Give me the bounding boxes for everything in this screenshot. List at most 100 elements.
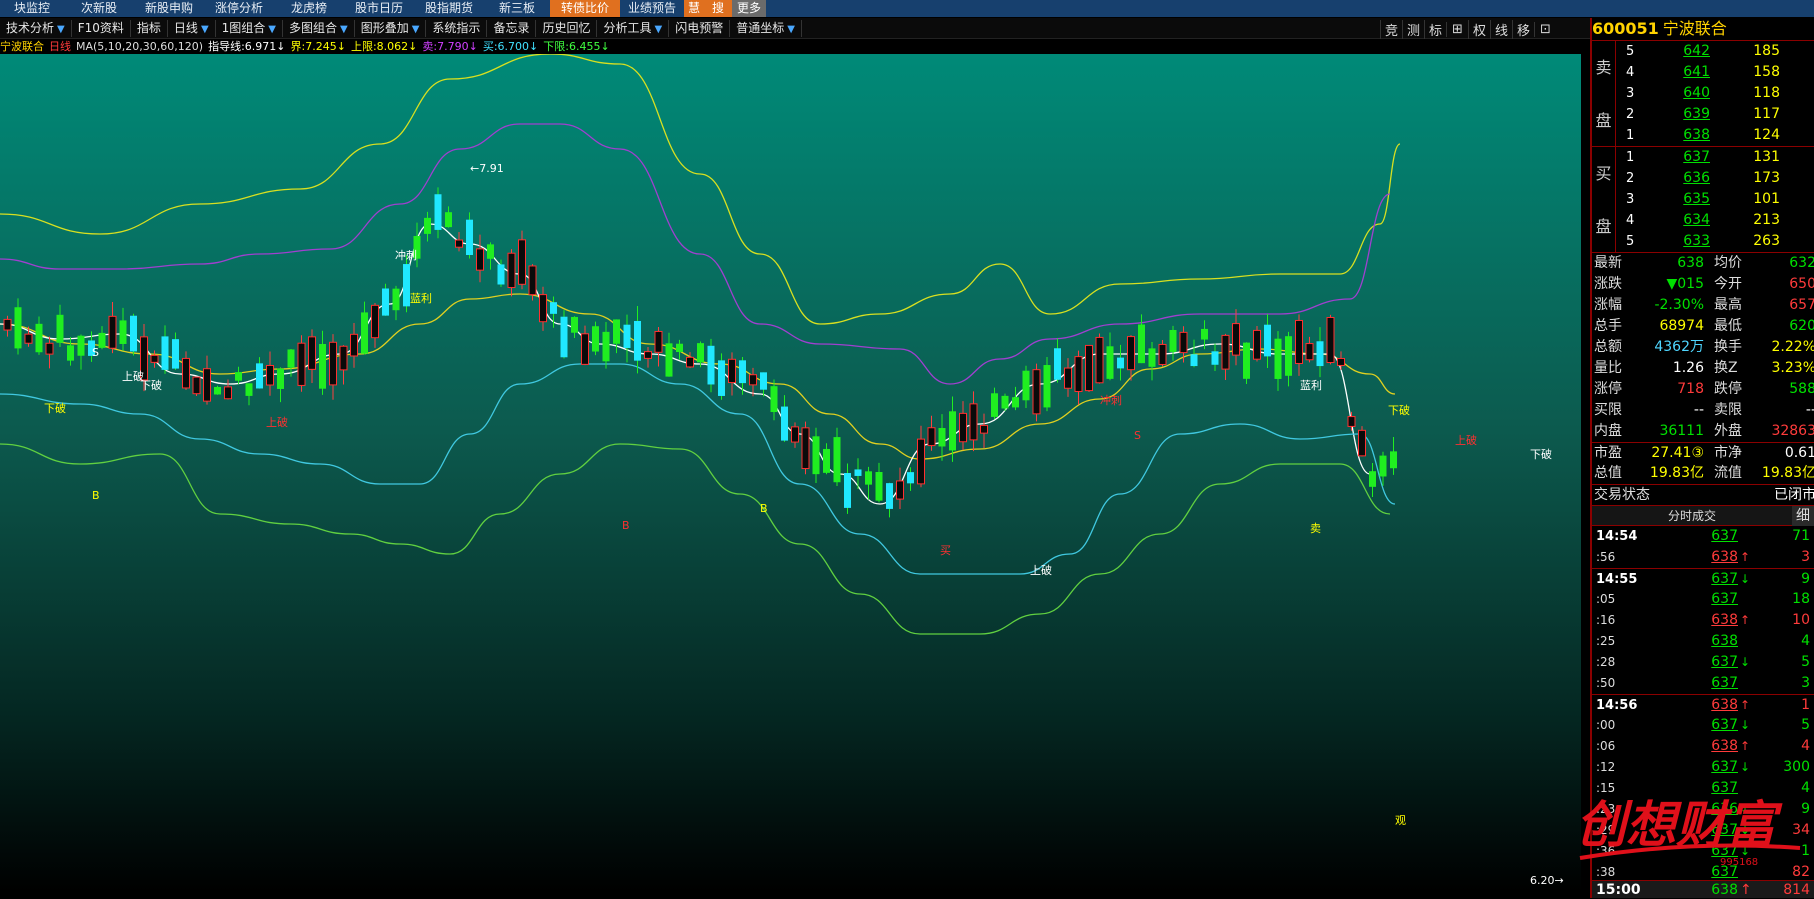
order-book-row[interactable]: 5 633 263 bbox=[1592, 231, 1814, 252]
quote-stats: 最新 638 均价 632 涨跌 ▼015 今开 650 涨幅 -2.30% 最高 657 总手 6897… bbox=[1592, 252, 1814, 505]
top-menu-item[interactable]: 股市日历 bbox=[344, 0, 414, 17]
order-book-row[interactable]: 2 636 173 bbox=[1592, 168, 1814, 189]
indicator-stock-name: 宁波联合 bbox=[0, 40, 44, 53]
tick-time: :25 bbox=[1596, 634, 1616, 648]
top-menu-item[interactable]: 新三板 bbox=[484, 0, 550, 17]
toolbar-button[interactable]: F10资料 bbox=[72, 19, 131, 37]
signal-label: 下破 bbox=[1388, 403, 1410, 417]
stat-value: 2.22% bbox=[1771, 339, 1814, 355]
toolbar-button-label: 图形叠加 bbox=[360, 20, 409, 35]
stat-value: -2.30% bbox=[1654, 297, 1704, 313]
chart-tool-button[interactable]: 标 bbox=[1424, 19, 1446, 39]
stat-value: 19.83亿 bbox=[1761, 465, 1814, 481]
indicator-item: 上限:8.062↓ bbox=[351, 40, 417, 53]
order-book-row[interactable]: 1 637 131 bbox=[1592, 147, 1814, 168]
chart-tool-button[interactable]: 权 bbox=[1468, 19, 1490, 39]
indicator-arrow: ↓ bbox=[600, 40, 610, 53]
order-book-row[interactable]: 3 635 101 bbox=[1592, 189, 1814, 210]
stat-value: 1.26 bbox=[1672, 360, 1704, 376]
indicator-period: 日线 bbox=[49, 40, 71, 53]
top-menu-item[interactable]: 转债比价 bbox=[550, 0, 620, 17]
order-book-row[interactable]: 4 641 158 bbox=[1592, 62, 1814, 83]
stat-label: 内盘 bbox=[1594, 423, 1622, 439]
order-book-row[interactable]: 3 640 118 bbox=[1592, 83, 1814, 104]
top-menu-item[interactable]: 业绩预告 bbox=[620, 0, 684, 17]
signal-label: B bbox=[622, 519, 630, 532]
top-menu-item[interactable]: 龙虎榜 bbox=[274, 0, 344, 17]
stat-label: 流值 bbox=[1714, 465, 1742, 481]
tick-price: 637 bbox=[1711, 654, 1738, 670]
toolbar-button[interactable]: 分析工具 ▼ bbox=[597, 19, 670, 37]
signal-label: 下破 bbox=[44, 401, 66, 415]
order-book-row[interactable]: 2 639 117 bbox=[1592, 104, 1814, 125]
dropdown-arrow-icon: ▼ bbox=[787, 23, 795, 35]
top-menu-item[interactable]: 更多 bbox=[732, 0, 766, 17]
chart-tool-button[interactable]: ⊡ bbox=[1534, 21, 1556, 37]
signal-label: 蓝利 bbox=[410, 292, 432, 305]
toolbar-button[interactable]: 技术分析 ▼ bbox=[0, 19, 72, 37]
top-menu-item[interactable]: 搜 bbox=[704, 0, 732, 17]
toolbar-button[interactable]: 备忘录 bbox=[487, 19, 537, 37]
indicator-value: 6.971 bbox=[244, 40, 277, 53]
order-book-level: 1 bbox=[1626, 150, 1635, 165]
chart-tool-button[interactable]: 竞 bbox=[1380, 19, 1402, 39]
toolbar-button[interactable]: 闪电预警 bbox=[669, 19, 731, 37]
stat-value: -- bbox=[1693, 402, 1704, 418]
top-menu-item[interactable]: 新股申购 bbox=[134, 0, 204, 17]
tick-row: :05 637 18 bbox=[1592, 589, 1814, 610]
candlestick bbox=[1001, 393, 1009, 412]
order-book-price: 636 bbox=[1683, 170, 1710, 186]
indicator-label: 买: bbox=[482, 40, 498, 53]
stat-value: 620 bbox=[1789, 318, 1814, 334]
dropdown-arrow-icon: ▼ bbox=[200, 23, 209, 35]
order-book-price: 642 bbox=[1683, 43, 1710, 59]
tick-price: 637 bbox=[1711, 717, 1738, 733]
stat-row: 涨停 718 跌停 588 bbox=[1592, 379, 1814, 400]
order-book-level: 3 bbox=[1626, 86, 1635, 101]
toolbar-button[interactable]: 历史回忆 bbox=[536, 19, 598, 37]
toolbar-button[interactable]: 系统指示 bbox=[426, 19, 488, 37]
top-menu-item[interactable]: 股指期货 bbox=[414, 0, 484, 17]
order-book-row[interactable]: 1 638 124 bbox=[1592, 125, 1814, 146]
toolbar-button[interactable]: 指标 bbox=[131, 19, 168, 37]
candlestick bbox=[801, 421, 810, 475]
toolbar-button[interactable]: 日线 ▼ bbox=[168, 19, 216, 37]
stat-label: 最新 bbox=[1594, 255, 1622, 271]
toolbar-button[interactable]: 1图组合 ▼ bbox=[216, 19, 283, 37]
svg-text:995168: 995168 bbox=[1720, 857, 1758, 868]
toolbar-button[interactable]: 普通坐标 ▼ bbox=[730, 19, 802, 37]
chart-tool-button[interactable]: 测 bbox=[1402, 19, 1424, 39]
signal-label: 卖 bbox=[1310, 522, 1321, 535]
order-book-row[interactable]: 4 634 213 bbox=[1592, 210, 1814, 231]
indicator-item: 卖:7.790↓ bbox=[422, 40, 477, 53]
stat-row: 总值 19.83亿 流值 19.83亿 bbox=[1592, 463, 1814, 484]
tick-row: 14:54 637 71 bbox=[1592, 526, 1814, 547]
tick-volume: 4 bbox=[1801, 633, 1810, 649]
kline-chart[interactable]: 上破 下破 上破 下破 B B S 下破 S 上破 B 买冲刺 蓝利 冲刺 蓝利观上破 下破卖 ←7.91 6.2… bbox=[0, 53, 1581, 892]
order-book-level: 1 bbox=[1626, 128, 1635, 143]
chart-tool-button[interactable]: 移 bbox=[1512, 19, 1534, 39]
top-menu-item[interactable]: 慧 bbox=[684, 0, 704, 17]
chart-tool-button[interactable]: 线 bbox=[1490, 19, 1512, 39]
sell-order-book: 卖盘 5 642 185 4 641 158 3 640 118 2 639 117 1 638 124 bbox=[1592, 40, 1814, 147]
stat-label: 最低 bbox=[1714, 318, 1742, 334]
top-menu-item[interactable]: 块监控 bbox=[0, 0, 64, 17]
candlestick bbox=[1043, 357, 1051, 412]
order-book-row[interactable]: 5 642 185 bbox=[1592, 41, 1814, 62]
stat-value: 32863 bbox=[1771, 423, 1814, 439]
tick-volume: 10 bbox=[1792, 612, 1810, 628]
toolbar-button[interactable]: 图形叠加 ▼ bbox=[355, 19, 427, 37]
indicator-arrow: ↓ bbox=[336, 40, 346, 53]
stat-label: 跌停 bbox=[1714, 381, 1742, 397]
signal-label: S bbox=[92, 346, 99, 359]
tick-time: :12 bbox=[1596, 760, 1616, 774]
watermark-logo: 创想财富 995168 bbox=[1576, 795, 1801, 868]
top-menu-item[interactable]: 次新股 bbox=[64, 0, 134, 17]
top-menu-item[interactable]: 涨停分析 bbox=[204, 0, 274, 17]
ticks-detail-button[interactable]: 细 bbox=[1792, 506, 1814, 526]
stat-label: 涨停 bbox=[1594, 381, 1622, 397]
stat-row: 内盘 36111 外盘 32863 bbox=[1592, 421, 1814, 442]
chart-tool-button[interactable]: ⊞ bbox=[1446, 21, 1468, 37]
indicator-label: 卖: bbox=[422, 40, 438, 53]
toolbar-button[interactable]: 多图组合 ▼ bbox=[283, 19, 355, 37]
